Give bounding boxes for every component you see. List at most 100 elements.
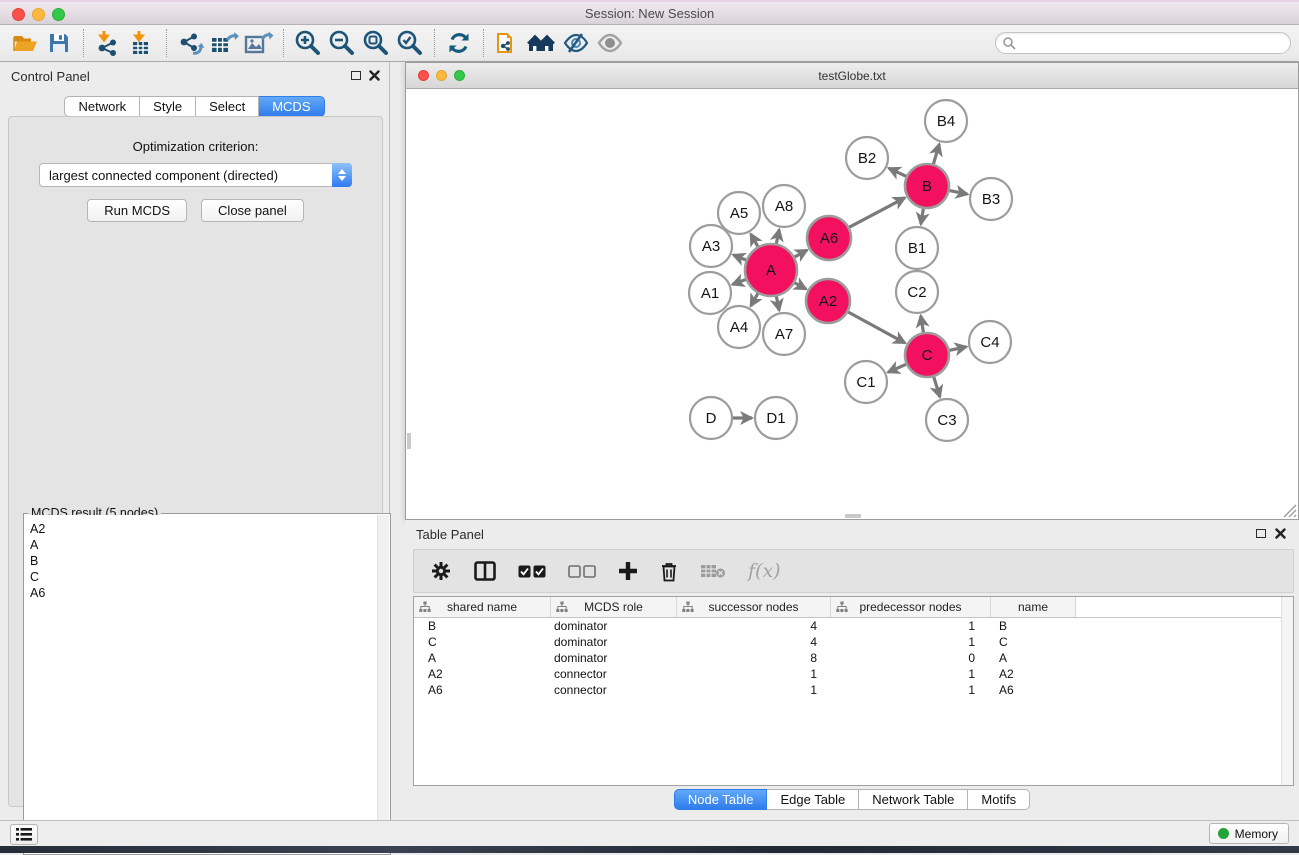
graph-node-C3[interactable]: C3 xyxy=(926,399,968,441)
zoom-out-button[interactable] xyxy=(325,28,359,58)
run-mcds-button[interactable]: Run MCDS xyxy=(87,199,187,222)
graph-node-A6[interactable]: A6 xyxy=(807,216,851,260)
tab-mcds[interactable]: MCDS xyxy=(259,96,324,117)
graph-node-D[interactable]: D xyxy=(690,397,732,439)
select-all-button[interactable] xyxy=(518,565,546,578)
add-column-button[interactable] xyxy=(618,561,638,581)
deselect-all-button[interactable] xyxy=(568,565,596,578)
table-row[interactable]: Cdominator41C xyxy=(414,634,1293,650)
graph-node-B1[interactable]: B1 xyxy=(896,227,938,269)
task-history-button[interactable] xyxy=(10,824,38,845)
graph-edge-A6-B[interactable] xyxy=(849,198,905,228)
graph-edge-A-A8[interactable] xyxy=(776,230,779,244)
close-table-panel-icon[interactable] xyxy=(1275,528,1286,539)
float-panel-icon[interactable] xyxy=(351,71,361,80)
graph-edge-A-A6[interactable] xyxy=(795,250,807,257)
home-view-button[interactable] xyxy=(525,28,559,58)
clone-network-button[interactable] xyxy=(491,28,525,58)
graph-node-A7[interactable]: A7 xyxy=(763,313,805,355)
graph-edge-B-B2[interactable] xyxy=(889,168,906,176)
graph-node-C2[interactable]: C2 xyxy=(896,271,938,313)
graph-edge-B-B3[interactable] xyxy=(950,191,968,195)
column-header-name[interactable]: name xyxy=(991,597,1076,617)
tab-style[interactable]: Style xyxy=(140,96,196,117)
mcds-result-item[interactable]: A xyxy=(30,537,377,553)
graph-node-B[interactable]: B xyxy=(905,164,949,208)
graph-edge-C-C1[interactable] xyxy=(888,364,906,372)
mcds-result-item[interactable]: A2 xyxy=(30,521,377,537)
graph-node-A[interactable]: A xyxy=(745,244,797,296)
graph-edge-A-A7[interactable] xyxy=(776,296,779,310)
table-row[interactable]: Bdominator41B xyxy=(414,618,1293,634)
close-panel-button[interactable]: Close panel xyxy=(201,199,304,222)
open-session-button[interactable] xyxy=(8,28,42,58)
column-header-predecessor-nodes[interactable]: predecessor nodes xyxy=(831,597,991,617)
mcds-result-scrollbar[interactable] xyxy=(377,515,389,853)
graph-node-B3[interactable]: B3 xyxy=(970,178,1012,220)
graph-edge-A-A5[interactable] xyxy=(751,234,758,247)
mcds-result-item[interactable]: C xyxy=(30,569,377,585)
refresh-button[interactable] xyxy=(442,28,476,58)
table-row[interactable]: Adominator80A xyxy=(414,650,1293,666)
zoom-selected-button[interactable] xyxy=(393,28,427,58)
function-builder-button[interactable]: f(x) xyxy=(748,560,781,582)
graph-edge-C-C3[interactable] xyxy=(934,377,940,397)
graph-node-D1[interactable]: D1 xyxy=(755,397,797,439)
table-tab-network-table[interactable]: Network Table xyxy=(859,789,968,810)
table-tab-node-table[interactable]: Node Table xyxy=(674,789,768,810)
import-table-button[interactable] xyxy=(125,28,159,58)
mcds-result-item[interactable]: B xyxy=(30,553,377,569)
graph-node-A5[interactable]: A5 xyxy=(718,192,760,234)
mcds-result-list[interactable]: A2ABCA6 xyxy=(25,515,377,853)
criterion-select[interactable]: largest connected component (directed) xyxy=(39,163,352,187)
network-window-titlebar[interactable]: testGlobe.txt xyxy=(406,63,1298,89)
table-tab-motifs[interactable]: Motifs xyxy=(968,789,1030,810)
graph-edge-C-C2[interactable] xyxy=(921,316,924,333)
table-scrollbar[interactable] xyxy=(1281,597,1293,785)
graph-node-A4[interactable]: A4 xyxy=(718,306,760,348)
graph-edge-A-A2[interactable] xyxy=(795,283,806,289)
import-network-button[interactable] xyxy=(91,28,125,58)
graph-node-A1[interactable]: A1 xyxy=(689,272,731,314)
export-table-button[interactable] xyxy=(208,28,242,58)
column-header-shared-name[interactable]: shared name xyxy=(414,597,551,617)
graph-edge-C-C4[interactable] xyxy=(950,347,967,351)
graph-node-A3[interactable]: A3 xyxy=(690,225,732,267)
export-network-button[interactable] xyxy=(174,28,208,58)
graph-edge-A-A3[interactable] xyxy=(733,255,746,260)
window-resize-grip[interactable] xyxy=(1279,500,1297,518)
graph-edge-B-B1[interactable] xyxy=(921,209,924,225)
graph-node-B2[interactable]: B2 xyxy=(846,137,888,179)
table-tab-edge-table[interactable]: Edge Table xyxy=(767,789,859,810)
graph-edge-A2-C[interactable] xyxy=(848,312,905,343)
table-row[interactable]: A2connector11A2 xyxy=(414,666,1293,682)
graph-edge-A-A4[interactable] xyxy=(751,294,758,307)
network-canvas[interactable]: B4B2BB3A5A8A6B1A3AC2A1A2A4A7C4CC1C3DD1 xyxy=(407,89,1297,518)
delete-column-button[interactable] xyxy=(660,561,678,582)
graph-node-C4[interactable]: C4 xyxy=(969,321,1011,363)
zoom-fit-button[interactable] xyxy=(359,28,393,58)
zoom-in-button[interactable] xyxy=(291,28,325,58)
column-header-successor-nodes[interactable]: successor nodes xyxy=(677,597,831,617)
tab-network[interactable]: Network xyxy=(64,96,140,117)
column-header-MCDS-role[interactable]: MCDS role xyxy=(551,597,677,617)
graph-node-C1[interactable]: C1 xyxy=(845,361,887,403)
graph-edge-B-B4[interactable] xyxy=(933,144,939,164)
delete-table-button[interactable] xyxy=(700,563,726,579)
float-table-panel-icon[interactable] xyxy=(1256,529,1266,538)
table-row[interactable]: A6connector11A6 xyxy=(414,682,1293,698)
export-image-button[interactable] xyxy=(242,28,276,58)
graph-node-A2[interactable]: A2 xyxy=(806,279,850,323)
graph-node-C[interactable]: C xyxy=(905,333,949,377)
graph-edge-A-A1[interactable] xyxy=(732,280,745,285)
close-panel-icon[interactable] xyxy=(369,70,380,81)
tab-select[interactable]: Select xyxy=(196,96,259,117)
search-input[interactable] xyxy=(1016,34,1290,52)
graph-node-B4[interactable]: B4 xyxy=(925,100,967,142)
memory-button[interactable]: Memory xyxy=(1209,823,1289,844)
mcds-result-item[interactable]: A6 xyxy=(30,585,377,601)
save-session-button[interactable] xyxy=(42,28,76,58)
show-graphics-details-button[interactable] xyxy=(593,28,627,58)
hide-graphics-details-button[interactable] xyxy=(559,28,593,58)
table-settings-button[interactable] xyxy=(430,560,452,582)
